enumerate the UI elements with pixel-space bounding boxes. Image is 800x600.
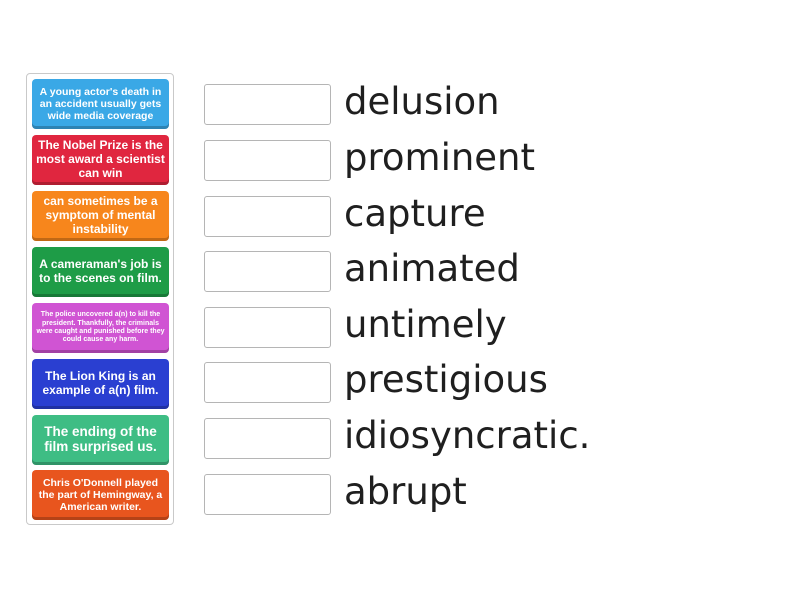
drop-box-3[interactable] xyxy=(204,196,331,237)
word-3: capture xyxy=(344,192,486,235)
card-6[interactable]: The Lion King is an example of a(n) film… xyxy=(32,359,169,409)
drop-box-6[interactable] xyxy=(204,362,331,403)
card-5-text: The police uncovered a(n) to kill the pr… xyxy=(36,311,165,344)
card-3-text: can sometimes be a symptom of mental ins… xyxy=(43,194,158,236)
card-1-text: A young actor's death in an accident usu… xyxy=(39,85,162,123)
word-5: untimely xyxy=(344,303,507,346)
drop-box-7[interactable] xyxy=(204,418,331,459)
card-7[interactable]: The ending of the film surprised us. xyxy=(32,415,169,465)
card-5[interactable]: The police uncovered a(n) to kill the pr… xyxy=(32,303,169,353)
card-2-text: The Nobel Prize is the most award a scie… xyxy=(36,138,165,180)
word-7: idiosyncratic. xyxy=(344,414,591,457)
drop-box-4[interactable] xyxy=(204,251,331,292)
word-6: prestigious xyxy=(344,358,548,401)
drop-box-5[interactable] xyxy=(204,307,331,348)
card-3[interactable]: can sometimes be a symptom of mental ins… xyxy=(32,191,169,241)
word-8: abrupt xyxy=(344,470,467,513)
card-1[interactable]: A young actor's death in an accident usu… xyxy=(32,79,169,129)
drop-box-2[interactable] xyxy=(204,140,331,181)
word-4: animated xyxy=(344,247,520,290)
drop-box-8[interactable] xyxy=(204,474,331,515)
card-2[interactable]: The Nobel Prize is the most award a scie… xyxy=(32,135,169,185)
card-8-text: Chris O'Donnell played the part of Hemin… xyxy=(38,476,163,514)
word-1: delusion xyxy=(344,80,500,123)
card-6-text: The Lion King is an example of a(n) film… xyxy=(42,369,159,397)
card-tray: A young actor's death in an accident usu… xyxy=(26,73,174,525)
card-7-text: The ending of the film surprised us. xyxy=(44,424,157,454)
card-4[interactable]: A cameraman's job is to the scenes on fi… xyxy=(32,247,169,297)
match-up-activity: A young actor's death in an accident usu… xyxy=(0,0,800,600)
card-8[interactable]: Chris O'Donnell played the part of Hemin… xyxy=(32,470,169,520)
drop-box-1[interactable] xyxy=(204,84,331,125)
card-4-text: A cameraman's job is to the scenes on fi… xyxy=(39,257,162,285)
word-2: prominent xyxy=(344,136,536,179)
